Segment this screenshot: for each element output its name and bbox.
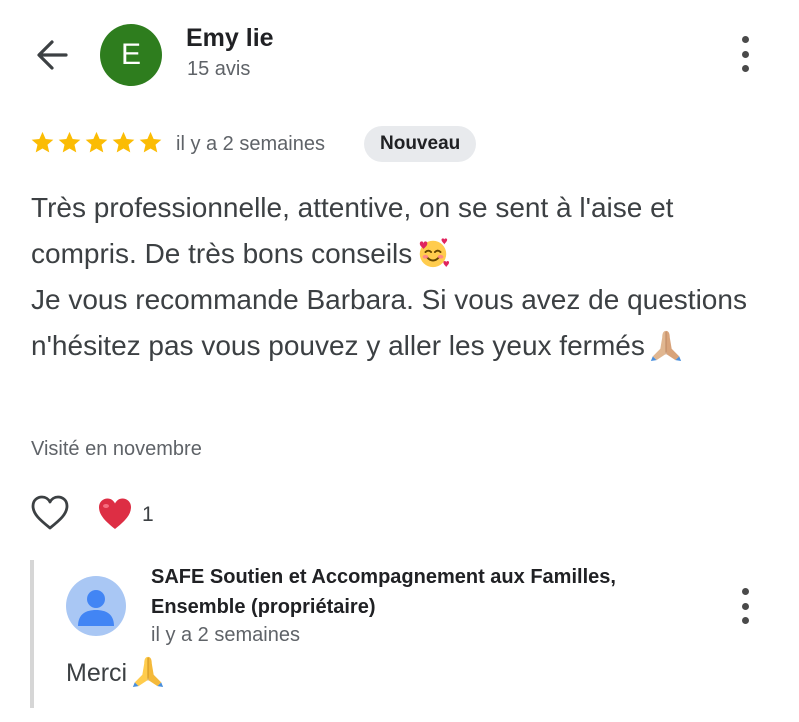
star-icon — [139, 131, 162, 153]
more-vertical-icon — [741, 36, 749, 43]
new-badge: Nouveau — [364, 126, 477, 162]
heart-reaction[interactable] — [97, 497, 133, 531]
more-options-button[interactable] — [733, 36, 757, 72]
reaction-count: 1 — [142, 503, 154, 526]
visit-date: Visité en novembre — [31, 438, 202, 460]
heart-outline-icon — [31, 495, 69, 530]
owner-name: SAFE Soutien et Accompagnement aux Famil… — [151, 566, 616, 618]
star-icon — [112, 131, 135, 153]
owner-reply-date: il y a 2 semaines — [151, 624, 300, 646]
star-icon — [85, 131, 108, 153]
reviewer-name[interactable]: Emy lie — [186, 24, 274, 53]
reply-divider — [30, 560, 34, 708]
owner-reply-text: Merci — [66, 656, 165, 691]
star-icon — [31, 131, 54, 153]
review-paragraph-1: Très professionnelle, attentive, on se s… — [31, 192, 674, 269]
star-icon — [58, 131, 81, 153]
owner-avatar — [66, 576, 126, 636]
folded-hands-icon — [132, 657, 164, 688]
reviewer-review-count: 15 avis — [187, 58, 251, 80]
reply-more-options-button[interactable] — [733, 588, 757, 624]
person-icon — [78, 590, 114, 626]
smiling-face-with-hearts-icon — [420, 237, 450, 267]
reviewer-avatar[interactable]: E — [100, 24, 162, 86]
star-rating — [30, 130, 163, 160]
review-text: Très professionnelle, attentive, on se s… — [31, 185, 771, 369]
more-vertical-icon — [741, 588, 749, 595]
folded-hands-icon — [650, 330, 681, 361]
like-button[interactable] — [30, 494, 70, 532]
review-paragraph-2: Je vous recommande Barbara. Si vous avez… — [31, 284, 747, 361]
red-heart-icon — [99, 498, 131, 529]
back-button[interactable] — [30, 35, 74, 75]
arrow-left-icon — [37, 40, 68, 70]
review-date: il y a 2 semaines — [176, 133, 325, 155]
